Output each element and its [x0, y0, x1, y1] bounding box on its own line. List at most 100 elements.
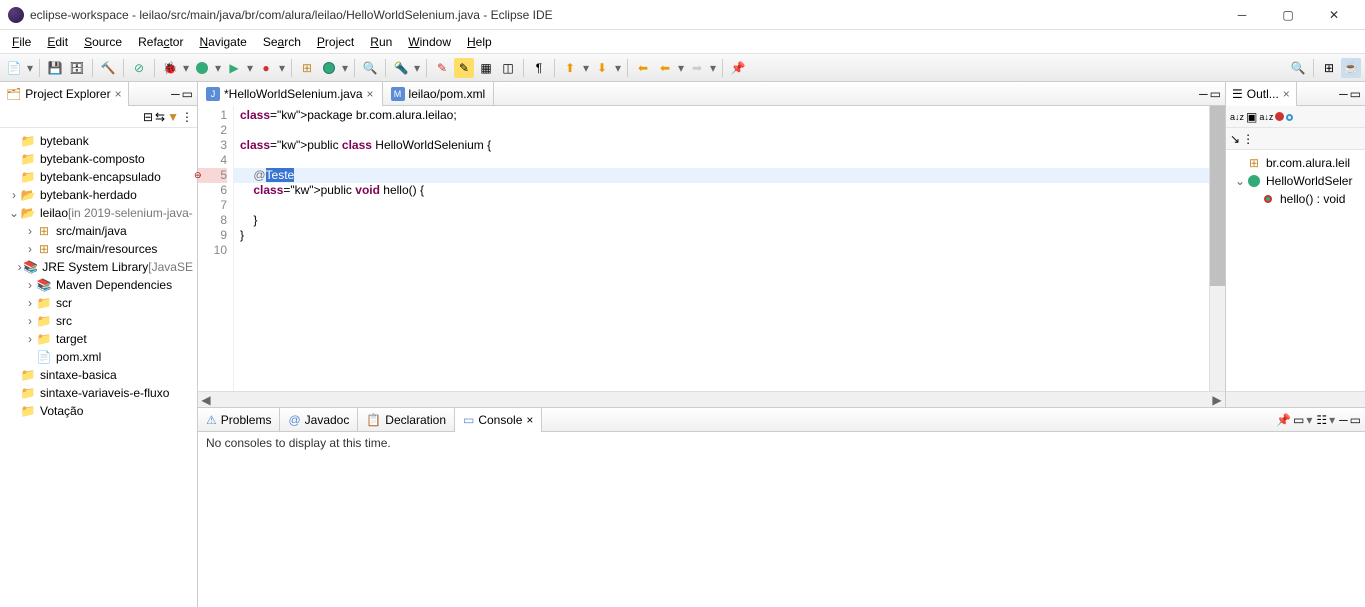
hide-local-icon[interactable]: [1286, 110, 1293, 124]
maximize-view-icon[interactable]: ▭: [182, 87, 193, 101]
show-whitespace-icon[interactable]: ◫: [498, 58, 518, 78]
pin-editor-icon[interactable]: 📌: [728, 58, 748, 78]
menu-navigate[interactable]: Navigate: [191, 33, 254, 51]
menu-source[interactable]: Source: [76, 33, 130, 51]
outline-tab[interactable]: ☰ Outl... ×: [1226, 82, 1297, 106]
prev-annotation-icon[interactable]: ⬆: [560, 58, 580, 78]
back-icon[interactable]: ⬅: [655, 58, 675, 78]
tree-item[interactable]: 📁Votação: [0, 402, 197, 420]
tree-item[interactable]: ›⊞src/main/java: [0, 222, 197, 240]
scrollbar-thumb[interactable]: [1210, 106, 1225, 286]
open-console-icon[interactable]: ☷: [1316, 413, 1327, 427]
new-class-icon[interactable]: [319, 58, 339, 78]
task-icon[interactable]: ✎: [432, 58, 452, 78]
dropdown-icon[interactable]: ▾: [709, 58, 717, 78]
tree-item[interactable]: 📄pom.xml: [0, 348, 197, 366]
close-button[interactable]: ✕: [1311, 0, 1357, 30]
minimize-view-icon[interactable]: ─: [171, 87, 180, 101]
tree-item[interactable]: ›📚JRE System Library [JavaSE: [0, 258, 197, 276]
menu-run[interactable]: Run: [362, 33, 400, 51]
dropdown-icon[interactable]: ▾: [278, 58, 286, 78]
debug-icon[interactable]: 🐞: [160, 58, 180, 78]
coverage-icon[interactable]: ▶: [224, 58, 244, 78]
maximize-editor-icon[interactable]: ▭: [1210, 87, 1221, 101]
quick-access-icon[interactable]: 🔍: [1288, 58, 1308, 78]
editor-tab[interactable]: J*HelloWorldSelenium.java×: [198, 82, 383, 106]
menu-project[interactable]: Project: [309, 33, 362, 51]
last-edit-icon[interactable]: ⬅: [633, 58, 653, 78]
dropdown-icon[interactable]: ▾: [677, 58, 685, 78]
tree-item[interactable]: 📁bytebank: [0, 132, 197, 150]
dropdown-icon[interactable]: ▾: [341, 58, 349, 78]
hide-static-icon[interactable]: a↓z: [1259, 112, 1273, 122]
code-content[interactable]: class="kw">package br.com.alura.leilao; …: [234, 106, 1209, 391]
dropdown-icon[interactable]: ▾: [1306, 413, 1314, 427]
search-icon[interactable]: 🔦: [391, 58, 411, 78]
tree-item[interactable]: ›📚Maven Dependencies: [0, 276, 197, 294]
view-menu-icon[interactable]: ⋮: [181, 110, 193, 124]
tree-item[interactable]: 📁sintaxe-variaveis-e-fluxo: [0, 384, 197, 402]
bottom-tab-console[interactable]: ▭Console×: [455, 408, 542, 432]
maximize-view-icon[interactable]: ▭: [1350, 87, 1361, 101]
toggle-mark-icon[interactable]: ✎: [454, 58, 474, 78]
close-icon[interactable]: ×: [1283, 87, 1290, 101]
filter-icon[interactable]: ▼: [167, 110, 179, 124]
dropdown-icon[interactable]: ▾: [413, 58, 421, 78]
collapse-all-icon[interactable]: ⊟: [143, 110, 153, 124]
focus-icon[interactable]: ↘: [1230, 132, 1240, 146]
code-editor[interactable]: 12345678910 class="kw">package br.com.al…: [198, 106, 1225, 391]
tree-item[interactable]: ›📁scr: [0, 294, 197, 312]
vertical-scrollbar[interactable]: [1209, 106, 1225, 391]
menu-help[interactable]: Help: [459, 33, 500, 51]
menu-edit[interactable]: Edit: [39, 33, 76, 51]
tree-item[interactable]: 📁bytebank-encapsulado: [0, 168, 197, 186]
minimize-view-icon[interactable]: ─: [1339, 413, 1348, 427]
bottom-tab-declaration[interactable]: 📋Declaration: [358, 408, 455, 432]
display-console-icon[interactable]: ▭: [1293, 413, 1304, 427]
maximize-view-icon[interactable]: ▭: [1350, 413, 1361, 427]
hide-nonpublic-icon[interactable]: [1275, 110, 1284, 124]
tree-item[interactable]: ›📁target: [0, 330, 197, 348]
bottom-tab-javadoc[interactable]: @Javadoc: [280, 408, 358, 432]
minimize-view-icon[interactable]: ─: [1339, 87, 1348, 101]
new-icon[interactable]: 📄: [4, 58, 24, 78]
minimize-button[interactable]: ─: [1219, 0, 1265, 30]
hide-fields-icon[interactable]: ▣: [1246, 110, 1257, 124]
tree-item[interactable]: ›📂bytebank-herdado: [0, 186, 197, 204]
pin-console-icon[interactable]: 📌: [1276, 413, 1291, 427]
dropdown-icon[interactable]: ▾: [582, 58, 590, 78]
menu-search[interactable]: Search: [255, 33, 309, 51]
dropdown-icon[interactable]: ▾: [26, 58, 34, 78]
outline-item[interactable]: hello() : void: [1226, 190, 1365, 208]
bottom-tab-problems[interactable]: ⚠Problems: [198, 408, 280, 432]
menu-window[interactable]: Window: [400, 33, 459, 51]
save-icon[interactable]: 💾: [45, 58, 65, 78]
block-select-icon[interactable]: ▦: [476, 58, 496, 78]
view-menu-icon[interactable]: ⋮: [1242, 132, 1254, 146]
close-icon[interactable]: ×: [115, 87, 122, 101]
tree-item[interactable]: ⌄📂leilao [in 2019-selenium-java-: [0, 204, 197, 222]
perspective-icon[interactable]: ⊞: [1319, 58, 1339, 78]
tree-item[interactable]: 📁bytebank-composto: [0, 150, 197, 168]
project-tree[interactable]: 📁bytebank📁bytebank-composto📁bytebank-enc…: [0, 128, 197, 607]
tree-item[interactable]: 📁sintaxe-basica: [0, 366, 197, 384]
scroll-right-icon[interactable]: ▶: [1209, 393, 1225, 407]
dropdown-icon[interactable]: ▾: [246, 58, 254, 78]
menu-refactor[interactable]: Refactor: [130, 33, 191, 51]
scroll-left-icon[interactable]: ◀: [198, 393, 214, 407]
tree-item[interactable]: ›⊞src/main/resources: [0, 240, 197, 258]
dropdown-icon[interactable]: ▾: [614, 58, 622, 78]
dropdown-icon[interactable]: ▾: [1329, 413, 1337, 427]
menu-file[interactable]: File: [4, 33, 39, 51]
project-explorer-tab[interactable]: 🗂 Project Explorer ×: [0, 82, 129, 106]
outline-item[interactable]: ⌄HelloWorldSeler: [1226, 172, 1365, 190]
sort-icon[interactable]: a↓z: [1230, 112, 1244, 122]
save-all-icon[interactable]: 🗄: [67, 58, 87, 78]
build-icon[interactable]: 🔨: [98, 58, 118, 78]
skip-breakpoints-icon[interactable]: ⊘: [129, 58, 149, 78]
horizontal-scrollbar[interactable]: ◀ ▶: [198, 391, 1225, 407]
dropdown-icon[interactable]: ▾: [214, 58, 222, 78]
outline-scrollbar[interactable]: [1226, 391, 1365, 407]
dropdown-icon[interactable]: ▾: [182, 58, 190, 78]
open-type-icon[interactable]: 🔍: [360, 58, 380, 78]
